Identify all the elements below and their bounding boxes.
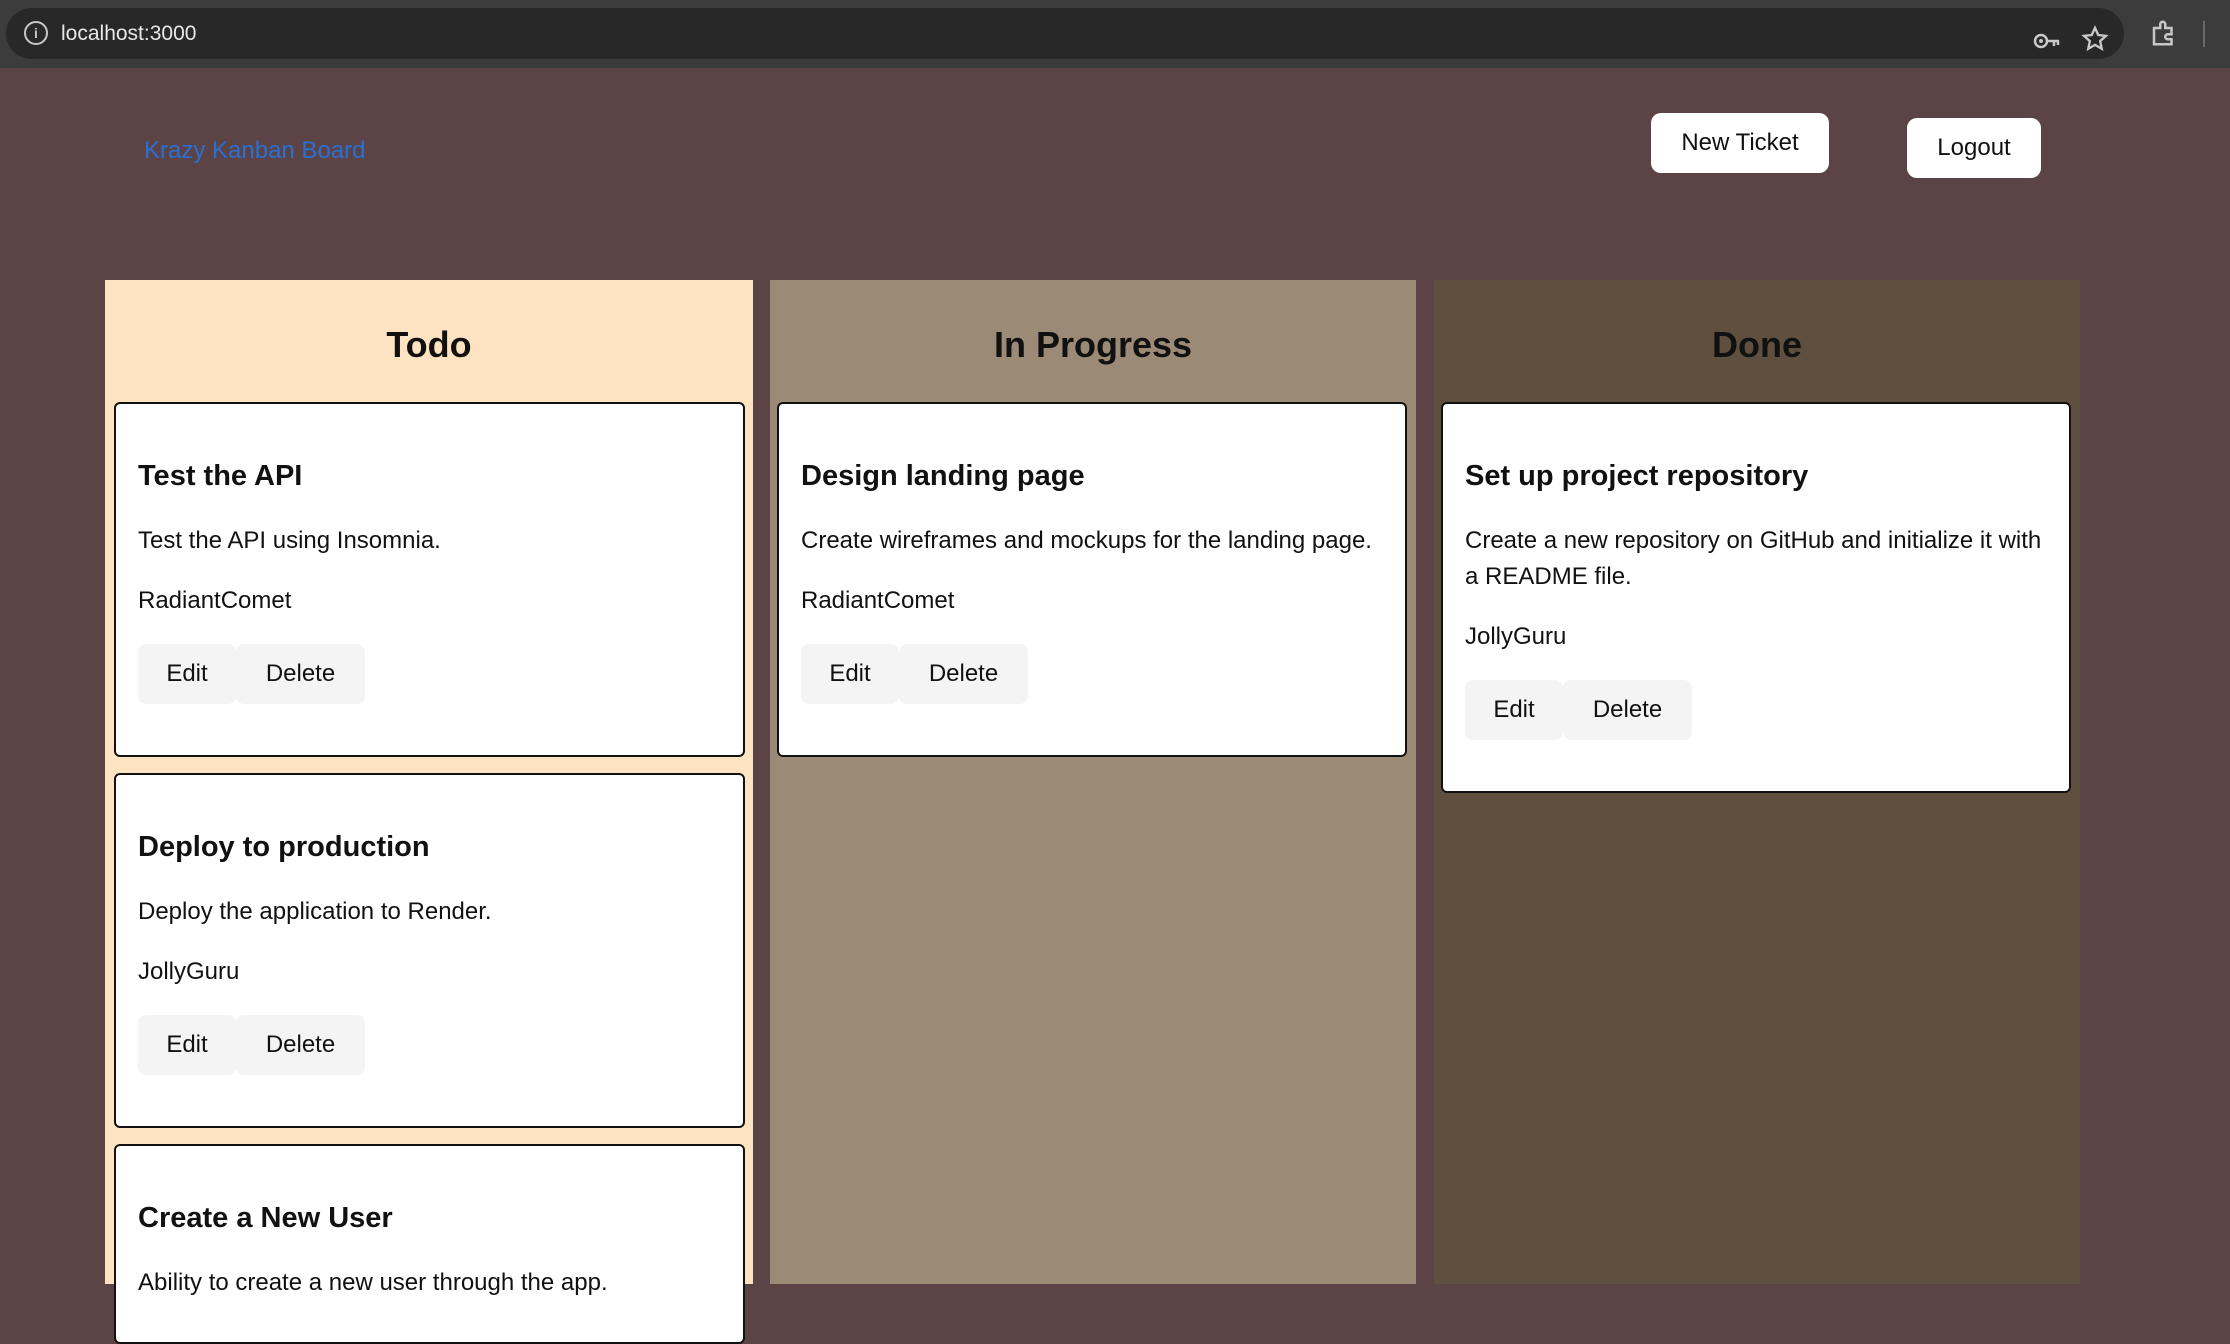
column-title: In Progress [993, 324, 1193, 365]
star-icon[interactable] [2081, 25, 2109, 53]
ticket-description: Ability to create a new user through the… [138, 1269, 608, 1296]
ticket-title: Deploy to production [138, 831, 430, 863]
edit-button[interactable]: Edit [138, 644, 236, 704]
delete-button[interactable]: Delete [236, 644, 365, 704]
column-todo: Todo Test the API Test the API using Ins… [105, 280, 753, 1344]
delete-button[interactable]: Delete [236, 1015, 365, 1075]
ticket-card: Design landing page Create wireframes an… [777, 402, 1407, 757]
ticket-assignee: JollyGuru [1465, 623, 1567, 650]
address-bar[interactable]: i localhost:3000 [6, 8, 2124, 59]
edit-button[interactable]: Edit [1465, 680, 1563, 740]
brand-link[interactable]: Krazy Kanban Board [144, 136, 365, 166]
key-icon[interactable] [2033, 29, 2061, 53]
ticket-description: Create a new repository on GitHub and in… [1465, 527, 2042, 590]
delete-button[interactable]: Delete [1563, 680, 1692, 740]
new-ticket-button[interactable]: New Ticket [1651, 113, 1829, 173]
toolbar-divider [2203, 21, 2205, 47]
ticket-description: Create wireframes and mockups for the la… [801, 527, 1372, 554]
ticket-title: Set up project repository [1465, 460, 1809, 492]
info-icon[interactable]: i [24, 21, 48, 45]
ticket-title: Create a New User [138, 1202, 393, 1234]
logout-button[interactable]: Logout [1907, 118, 2041, 178]
column-done: Done Set up project repository Create a … [1434, 280, 2080, 1284]
delete-button[interactable]: Delete [899, 644, 1028, 704]
ticket-card: Test the API Test the API using Insomnia… [114, 402, 745, 757]
ticket-card: Deploy to production Deploy the applicat… [114, 773, 745, 1128]
ticket-description: Test the API using Insomnia. [138, 527, 441, 554]
ticket-assignee: RadiantComet [801, 587, 955, 614]
ticket-title: Test the API [138, 460, 303, 492]
url-text[interactable]: localhost:3000 [61, 21, 196, 47]
ticket-description: Deploy the application to Render. [138, 898, 492, 925]
ticket-card: Create a New User Ability to create a ne… [114, 1144, 745, 1344]
ticket-assignee: RadiantComet [138, 587, 292, 614]
extensions-icon[interactable] [2149, 18, 2179, 48]
edit-button[interactable]: Edit [138, 1015, 236, 1075]
column-title: Todo [386, 324, 472, 365]
ticket-assignee: JollyGuru [138, 958, 240, 985]
edit-button[interactable]: Edit [801, 644, 899, 704]
ticket-card: Set up project repository Create a new r… [1441, 402, 2071, 793]
column-in-progress: In Progress Design landing page Create w… [770, 280, 1416, 1284]
ticket-title: Design landing page [801, 460, 1085, 492]
column-title: Done [1712, 324, 1802, 365]
browser-toolbar: i localhost:3000 [0, 0, 2230, 68]
